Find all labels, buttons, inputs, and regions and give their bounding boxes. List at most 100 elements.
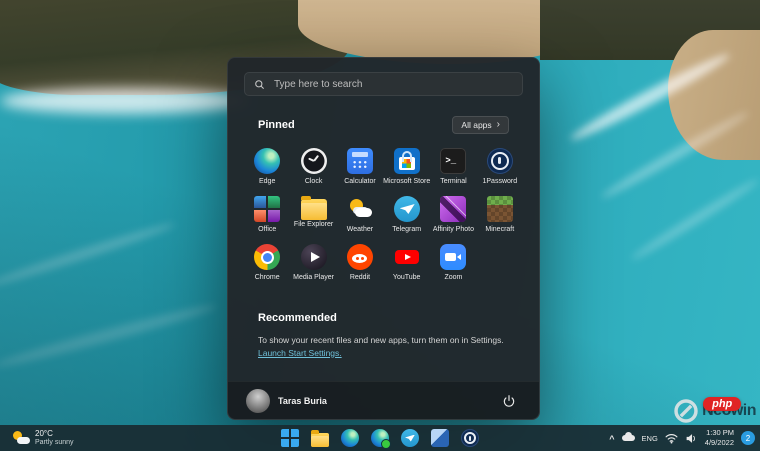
zoom-icon — [440, 244, 466, 270]
edge-icon — [341, 429, 359, 447]
edge-update-taskbar-button[interactable] — [368, 426, 392, 450]
blueapp-taskbar-button[interactable] — [428, 426, 452, 450]
chrome-icon — [254, 244, 280, 270]
onepassword-icon — [487, 148, 513, 174]
office-icon — [254, 196, 280, 222]
app-label: Weather — [347, 226, 373, 233]
weather-icon — [347, 196, 373, 222]
weather-condition: Partly sunny — [35, 439, 74, 447]
recommended-message: To show your recent files and new apps, … — [258, 334, 509, 360]
search-box[interactable] — [244, 72, 523, 96]
weather-temperature: 20°C — [35, 429, 74, 439]
taskbar-center — [278, 425, 482, 451]
pinned-app-youtube[interactable]: YouTube — [383, 238, 430, 286]
launch-start-settings-link[interactable]: Launch Start Settings. — [258, 348, 342, 358]
user-account-button[interactable]: Taras Buria — [246, 389, 327, 413]
pinned-grid: Edge Clock Calculator Microsoft Store Termin… — [244, 142, 523, 286]
app-label: Minecraft — [485, 226, 514, 233]
app-label: Office — [258, 226, 276, 233]
store-icon — [394, 148, 420, 174]
start-menu: Pinned All apps › EdgeClockCalculatorMic… — [227, 57, 540, 420]
app-label: Media Player — [293, 274, 334, 281]
system-tray: ^ ENG 1:30 PM 4/9/2022 2 — [609, 425, 755, 451]
pinned-app-edge[interactable]: Edge — [244, 142, 290, 190]
app-label: Reddit — [350, 274, 370, 281]
chevron-right-icon: › — [497, 122, 500, 128]
neowin-logo-icon — [673, 398, 699, 424]
pinned-app-minecraft[interactable]: Minecraft — [477, 190, 523, 238]
onepassword-taskbar-button[interactable] — [458, 426, 482, 450]
pinned-app-onepassword[interactable]: 1Password — [477, 142, 523, 190]
search-icon — [254, 79, 265, 90]
pinned-app-affinity[interactable]: Affinity Photo — [430, 190, 476, 238]
avatar — [246, 389, 270, 413]
terminal-icon — [440, 148, 466, 174]
wifi-icon[interactable] — [665, 433, 678, 444]
neowin-watermark: Neowin php — [673, 398, 756, 424]
affinity-icon — [440, 196, 466, 222]
pinned-app-terminal[interactable]: Terminal — [430, 142, 476, 190]
recommended-title: Recommended — [258, 312, 509, 324]
pinned-app-explorer[interactable]: File Explorer — [290, 190, 336, 238]
youtube-icon — [394, 244, 420, 270]
start-menu-footer: Taras Buria — [228, 381, 539, 419]
app-label: Clock — [305, 178, 323, 185]
pinned-app-weather[interactable]: Weather — [337, 190, 383, 238]
power-icon — [502, 394, 516, 408]
pinned-app-mediaplayer[interactable]: Media Player — [290, 238, 336, 286]
minecraft-icon — [487, 196, 513, 222]
pinned-app-chrome[interactable]: Chrome — [244, 238, 290, 286]
pinned-app-zoom[interactable]: Zoom — [430, 238, 476, 286]
app-label: Microsoft Store — [383, 178, 430, 185]
pinned-app-reddit[interactable]: Reddit — [337, 238, 383, 286]
folder-icon — [311, 433, 329, 447]
app-label: 1Password — [482, 178, 517, 185]
reddit-icon — [347, 244, 373, 270]
app-label: Terminal — [440, 178, 466, 185]
partly-sunny-icon — [12, 430, 30, 446]
onepassword-icon — [461, 429, 479, 447]
app-label: Affinity Photo — [433, 226, 474, 233]
folder-taskbar-button[interactable] — [308, 426, 332, 450]
telegram-icon — [401, 429, 419, 447]
app-label: Chrome — [255, 274, 280, 281]
app-label: Calculator — [344, 178, 376, 185]
search-input[interactable] — [272, 78, 513, 91]
all-apps-label: All apps — [461, 120, 491, 130]
desktop: Pinned All apps › EdgeClockCalculatorMic… — [0, 0, 760, 451]
recommended-text: To show your recent files and new apps, … — [258, 335, 504, 345]
volume-icon[interactable] — [685, 433, 698, 444]
telegram-icon — [394, 196, 420, 222]
onedrive-icon[interactable] — [622, 435, 635, 441]
clock-tray[interactable]: 1:30 PM 4/9/2022 — [705, 428, 734, 448]
telegram-taskbar-button[interactable] — [398, 426, 422, 450]
calculator-icon — [347, 148, 373, 174]
explorer-icon — [301, 199, 327, 220]
edge-update-icon — [371, 429, 389, 447]
edge-taskbar-button[interactable] — [338, 426, 362, 450]
edge-icon — [254, 148, 280, 174]
pinned-app-telegram[interactable]: Telegram — [383, 190, 430, 238]
app-label: YouTube — [393, 274, 421, 281]
user-name: Taras Buria — [278, 396, 327, 406]
blueapp-icon — [431, 429, 449, 447]
pinned-app-calculator[interactable]: Calculator — [337, 142, 383, 190]
pinned-app-store[interactable]: Microsoft Store — [383, 142, 430, 190]
hidden-icons-chevron-icon[interactable]: ^ — [609, 434, 614, 444]
tray-time: 1:30 PM — [706, 428, 734, 438]
all-apps-button[interactable]: All apps › — [452, 116, 509, 134]
language-indicator[interactable]: ENG — [642, 434, 658, 443]
pinned-app-office[interactable]: Office — [244, 190, 290, 238]
php-badge: php — [703, 397, 741, 411]
app-label: Telegram — [392, 226, 421, 233]
power-button[interactable] — [497, 389, 521, 413]
start-taskbar-button[interactable] — [278, 426, 302, 450]
app-label: File Explorer — [294, 221, 333, 228]
taskbar: 20°C Partly sunny ^ ENG 1:30 PM 4/9/2022… — [0, 425, 760, 451]
app-label: Edge — [259, 178, 275, 185]
pinned-app-clock[interactable]: Clock — [290, 142, 336, 190]
notification-badge[interactable]: 2 — [741, 431, 755, 445]
mediaplayer-icon — [301, 244, 327, 270]
weather-widget[interactable]: 20°C Partly sunny — [6, 425, 80, 451]
start-icon — [281, 429, 299, 447]
